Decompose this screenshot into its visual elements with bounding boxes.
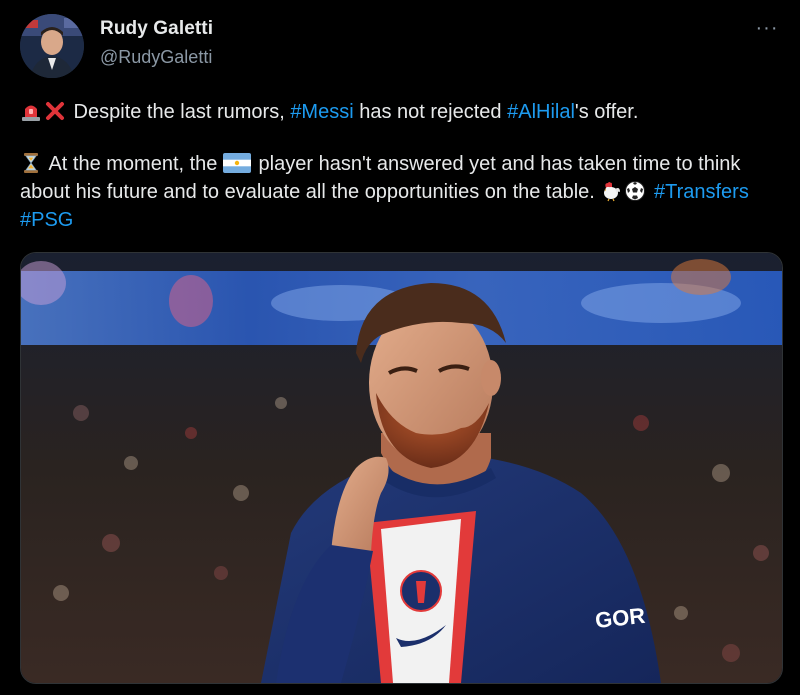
more-options-button[interactable]: ··· (752, 16, 782, 40)
more-options-icon: ··· (755, 17, 779, 39)
tweet-paragraph-2: At the moment, the player hasn't answere… (20, 150, 790, 234)
author-name[interactable]: Rudy Galetti (100, 18, 213, 40)
tweet-photo[interactable]: GOR (20, 252, 783, 684)
hashtag-transfers[interactable]: #Transfers (654, 181, 749, 203)
soccer-ball-icon (624, 180, 646, 202)
hourglass-icon (20, 152, 42, 174)
tweet-text-segment: Despite the last rumors, (68, 101, 291, 123)
tweet-text-segment: has not rejected (353, 101, 508, 123)
author-avatar[interactable] (20, 14, 84, 78)
cross-mark-icon (44, 100, 66, 122)
tweet-text-segment: At the moment, the (44, 153, 223, 175)
rooster-icon (600, 180, 622, 202)
hashtag-messi[interactable]: #Messi (290, 101, 353, 123)
police-light-icon (20, 100, 42, 122)
author-handle[interactable]: @RudyGaletti (100, 47, 212, 68)
shirt-sponsor-text: GOR (594, 603, 647, 633)
tweet-paragraph-1: Despite the last rumors, #Messi has not … (20, 98, 790, 126)
hashtag-alhilal[interactable]: #AlHilal (507, 101, 575, 123)
argentina-flag-icon (222, 153, 251, 173)
tweet-text: Despite the last rumors, #Messi has not … (20, 98, 790, 234)
hashtag-psg[interactable]: #PSG (20, 209, 73, 231)
tweet-text-segment: 's offer. (574, 101, 639, 123)
tweet-card: Rudy Galetti @RudyGaletti ··· Despite th… (0, 0, 800, 695)
